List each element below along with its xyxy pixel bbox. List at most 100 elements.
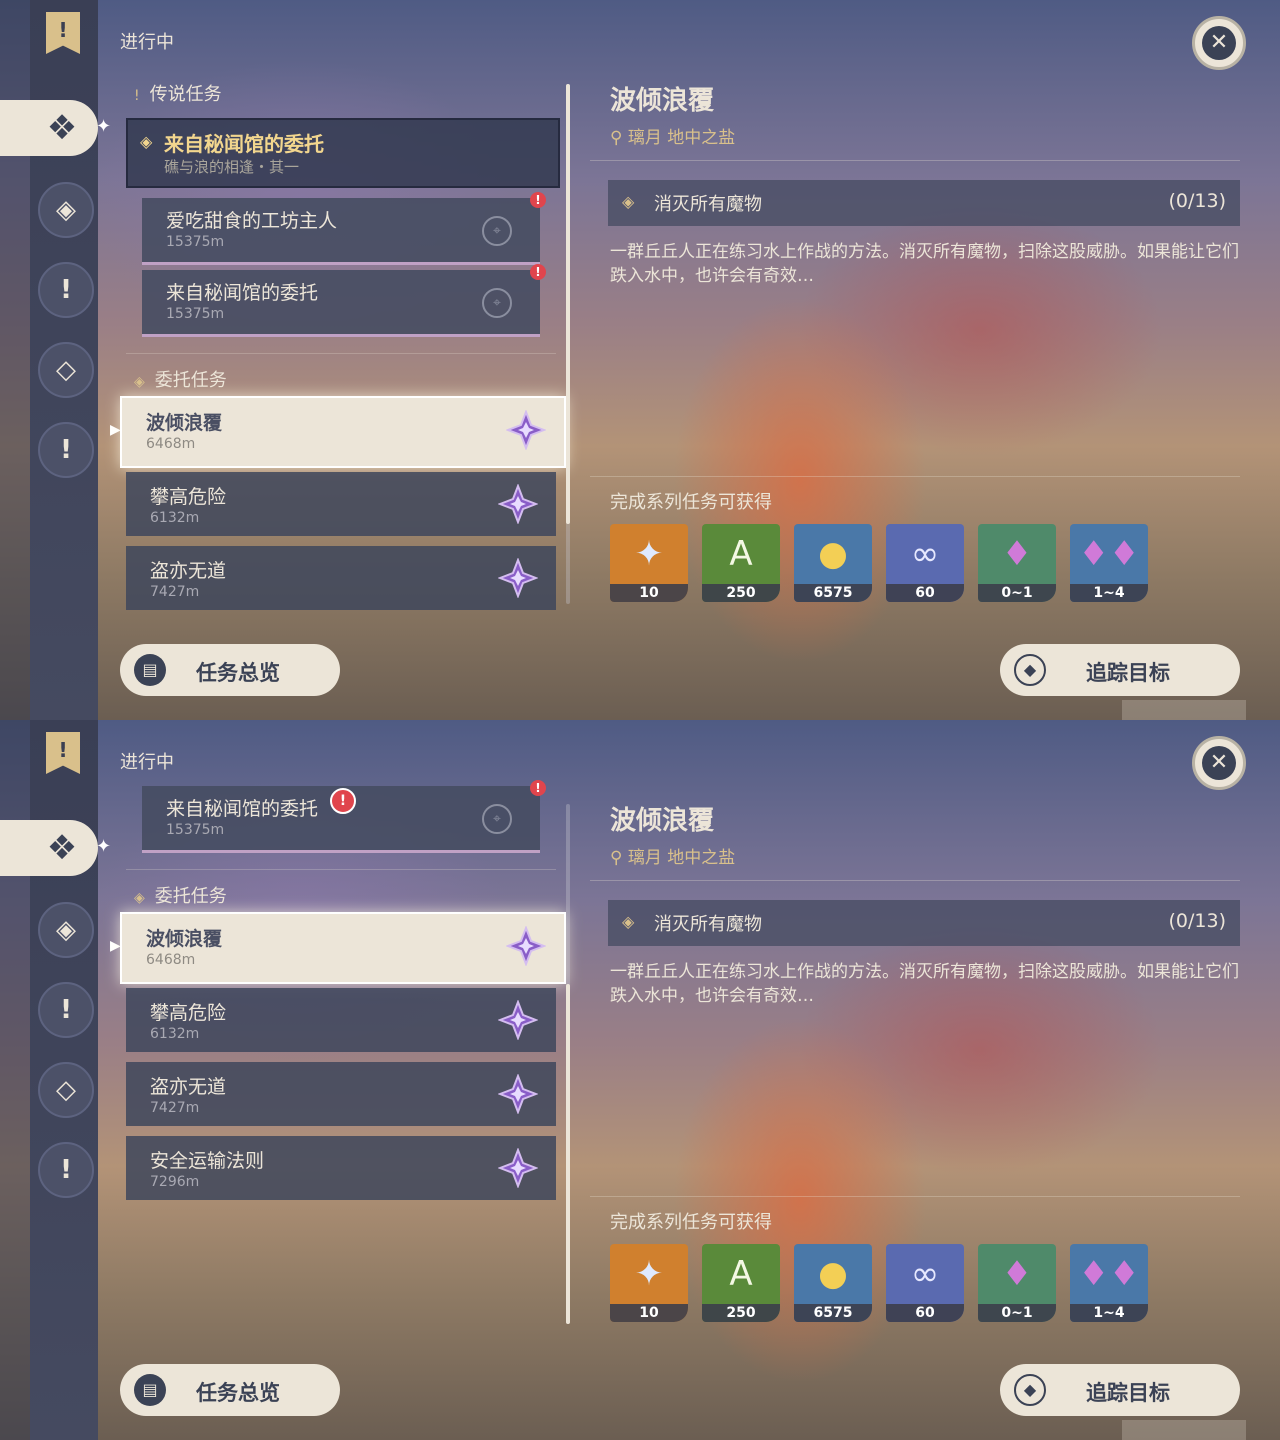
commission-item[interactable]: 安全运输法则 7296m: [126, 1136, 556, 1200]
reward-item[interactable]: A 250: [702, 524, 780, 602]
commission-icon: ❖: [46, 828, 78, 868]
story-quest-icon: !: [60, 995, 72, 1025]
quest-title: 波倾浪覆: [610, 806, 715, 836]
commission-item-selected[interactable]: 波倾浪覆 6468m: [120, 396, 566, 468]
bottom-strip: [1122, 1420, 1246, 1440]
primogem-icon: ✦: [634, 1254, 664, 1294]
track-target-button[interactable]: ◆ 追踪目标: [1000, 1364, 1240, 1416]
sidebar-item-world[interactable]: ◇: [38, 1062, 94, 1118]
commission-item[interactable]: 盗亦无道 7427m: [126, 1062, 556, 1126]
divider: [590, 476, 1240, 477]
legend-quest-title: 来自秘闻馆的委托: [164, 132, 324, 156]
quest-overview-label: 任务总览: [196, 661, 280, 685]
sparkle-icon: ✦: [96, 116, 112, 137]
quest-description: 一群丘丘人正在练习水上作战的方法。消灭所有魔物，扫除这股威胁。如果能让它们跌入水…: [610, 242, 1239, 286]
commission-category: ◈ 委托任务: [134, 366, 227, 392]
track-target-label: 追踪目标: [1086, 1381, 1170, 1405]
commission-star-icon: [498, 1148, 538, 1188]
quest-overview-button[interactable]: ▤ 任务总览: [120, 1364, 340, 1416]
sidebar-item-commission[interactable]: ❖: [0, 100, 98, 156]
commission-title: 波倾浪覆: [146, 412, 223, 434]
mora-icon: ●: [818, 1254, 848, 1294]
reward-item[interactable]: ♦ 0~1: [978, 524, 1056, 602]
reward-count: 250: [702, 584, 780, 602]
reward-item[interactable]: ♦ 0~1: [978, 1244, 1056, 1322]
close-button[interactable]: ✕: [1192, 736, 1246, 790]
quest-list-scrollbar[interactable]: [566, 84, 570, 604]
commission-title: 安全运输法则: [150, 1150, 265, 1172]
sidebar-item-story[interactable]: !: [38, 982, 94, 1038]
reward-item[interactable]: ✦ 10: [610, 1244, 688, 1322]
sub-quest-title: 来自秘闻馆的委托: [166, 282, 319, 304]
commission-category: ◈ 委托任务: [134, 882, 227, 908]
commission-star-icon: [498, 558, 538, 598]
sub-quest-distance: 15375m: [166, 234, 225, 250]
sidebar-item-archon[interactable]: ◈: [38, 902, 94, 958]
scrollbar-thumb[interactable]: [566, 84, 570, 524]
reward-item[interactable]: A 250: [702, 1244, 780, 1322]
sidebar-item-archon[interactable]: ◈: [38, 182, 94, 238]
sub-quest-item[interactable]: 爱吃甜食的工坊主人 15375m ⌖ !: [142, 192, 546, 265]
archon-quest-icon: ◈: [56, 195, 76, 225]
sparkle-icon: ✦: [96, 836, 112, 857]
alert-icon: !: [330, 788, 356, 814]
archon-quest-icon: ◈: [56, 915, 76, 945]
sub-quest-distance: 15375m: [166, 822, 225, 838]
legend-category: ! 传说任务: [134, 80, 222, 106]
reward-item[interactable]: ♦♦ 1~4: [1070, 1244, 1148, 1322]
sidebar-item-commission[interactable]: ❖: [0, 820, 98, 876]
objective-text: 消灭所有魔物: [654, 914, 762, 935]
commission-distance: 6132m: [150, 510, 200, 526]
commission-category-icon: ◈: [134, 374, 145, 390]
quest-screen-1: ! ❖ ✦ ◈ ! ◇ ! 进行中 ! 传说任务 ◈ 来自秘闻馆的委托 礁与浪的相…: [0, 0, 1280, 720]
legend-quest-item[interactable]: ◈ 来自秘闻馆的委托 礁与浪的相逢・其一: [126, 118, 560, 188]
commission-item[interactable]: 攀高危险 6132m: [126, 988, 556, 1052]
sidebar-item-story[interactable]: !: [38, 262, 94, 318]
reward-item[interactable]: ∞ 60: [886, 1244, 964, 1322]
objective-row: ◈ 消灭所有魔物 (0/13): [608, 180, 1240, 226]
sidebar-item-event[interactable]: !: [38, 1142, 94, 1198]
track-target-label: 追踪目标: [1086, 661, 1170, 685]
scrollbar-thumb[interactable]: [566, 984, 570, 1324]
commission-category-label: 委托任务: [154, 370, 227, 391]
commission-category-icon: ◈: [134, 890, 145, 906]
quest-description: 一群丘丘人正在练习水上作战的方法。消灭所有魔物，扫除这股威胁。如果能让它们跌入水…: [610, 962, 1239, 1006]
location-pin-icon: ⚲: [610, 128, 628, 148]
commission-star-icon: [498, 1000, 538, 1040]
map-pin-icon[interactable]: ⌖: [482, 804, 512, 834]
reward-item[interactable]: ● 6575: [794, 1244, 872, 1322]
sub-quest-distance: 15375m: [166, 306, 225, 322]
alert-icon: !: [530, 264, 546, 280]
alert-icon: !: [530, 192, 546, 208]
close-icon: ✕: [1202, 26, 1236, 60]
reward-item[interactable]: ✦ 10: [610, 524, 688, 602]
reward-item[interactable]: ● 6575: [794, 524, 872, 602]
commission-item[interactable]: 盗亦无道 7427m: [126, 546, 556, 610]
commission-distance: 6468m: [146, 436, 196, 452]
reward-count: 0~1: [978, 584, 1056, 602]
commission-star-icon: [506, 926, 546, 966]
sidebar-item-world[interactable]: ◇: [38, 342, 94, 398]
objective-progress: (0/13): [1168, 190, 1227, 212]
sidebar-item-event[interactable]: !: [38, 422, 94, 478]
quest-overview-button[interactable]: ▤ 任务总览: [120, 644, 340, 696]
close-button[interactable]: ✕: [1192, 16, 1246, 70]
mora-icon: ●: [818, 534, 848, 574]
reward-item[interactable]: ♦♦ 1~4: [1070, 524, 1148, 602]
objective-text: 消灭所有魔物: [654, 194, 762, 215]
commission-item[interactable]: 攀高危险 6132m: [126, 472, 556, 536]
map-pin-icon[interactable]: ⌖: [482, 288, 512, 318]
commission-title: 盗亦无道: [150, 1076, 227, 1098]
story-quest-icon: !: [60, 275, 72, 305]
sub-quest-item[interactable]: 来自秘闻馆的委托 15375m ⌖ !: [142, 264, 546, 337]
legend-icon: !: [134, 88, 140, 104]
reward-count: 1~4: [1070, 1304, 1148, 1322]
event-quest-icon: !: [60, 435, 72, 465]
reward-item[interactable]: ∞ 60: [886, 524, 964, 602]
quest-list-scrollbar[interactable]: [566, 804, 570, 1324]
divider: [590, 880, 1240, 881]
commission-item-selected[interactable]: 波倾浪覆 6468m: [120, 912, 566, 984]
reward-count: 1~4: [1070, 584, 1148, 602]
track-target-button[interactable]: ◆ 追踪目标: [1000, 644, 1240, 696]
map-pin-icon[interactable]: ⌖: [482, 216, 512, 246]
